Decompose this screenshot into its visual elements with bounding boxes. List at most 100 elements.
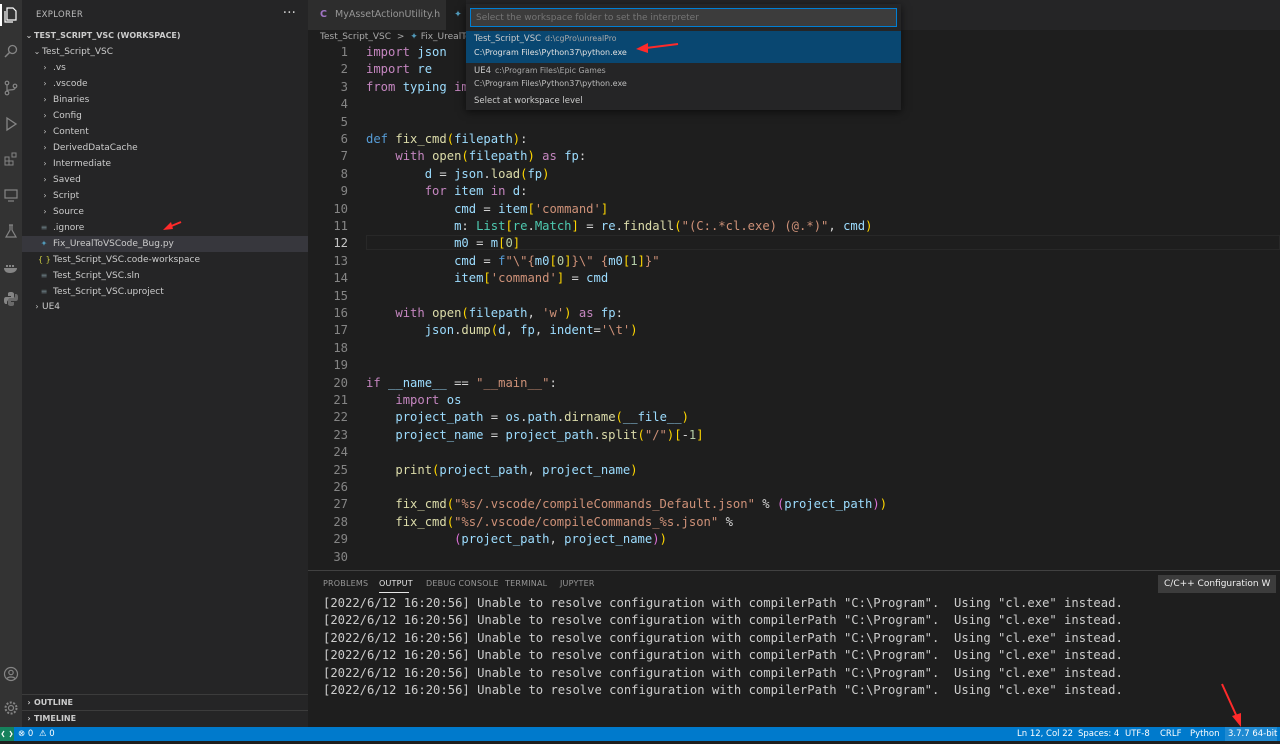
panel-tab-debug-console[interactable]: DEBUG CONSOLE xyxy=(426,579,499,588)
tree-item-label: Test_Script_VSC.uproject xyxy=(53,287,164,297)
activity-bar xyxy=(0,0,22,727)
code-token: json xyxy=(417,45,447,59)
code-line[interactable]: 19 xyxy=(308,357,1280,374)
outline-section[interactable]: › OUTLINE xyxy=(22,694,308,711)
tree-folder[interactable]: › Source xyxy=(22,204,308,220)
quick-pick-item-test-script-vsc[interactable]: Test_Script_VSC d:\cgPro\unrealPro C:\Pro… xyxy=(466,31,901,63)
run-debug-icon[interactable] xyxy=(0,113,22,135)
code-text: m: List[re.Match] = re.findall("(C:.*cl.… xyxy=(366,218,872,235)
code-line[interactable]: 12 m0 = m[0] xyxy=(308,235,1280,252)
code-line[interactable]: 8 d = json.load(fp) xyxy=(308,166,1280,183)
python-icon[interactable] xyxy=(0,288,22,310)
code-token: re xyxy=(512,219,528,233)
tab-label: MyAssetActionUtility.h xyxy=(335,9,441,20)
chevron-right-icon: › xyxy=(43,111,47,120)
code-line[interactable]: 24 xyxy=(308,444,1280,461)
panel-tab-output[interactable]: OUTPUT xyxy=(379,579,413,588)
tree-folder[interactable]: › Content xyxy=(22,124,308,140)
code-line[interactable]: 21 import os xyxy=(308,392,1280,409)
tree-folder[interactable]: › Config xyxy=(22,108,308,124)
tree-file[interactable]: ≡ Test_Script_VSC.uproject xyxy=(22,284,308,300)
code-line[interactable]: 18 xyxy=(308,340,1280,357)
code-token: m0 xyxy=(454,236,469,251)
tree-file[interactable]: ≡ .ignore xyxy=(22,220,308,236)
problems-indicator[interactable]: ⊗ 0 ⚠ 0 xyxy=(18,727,55,741)
cursor-position[interactable]: Ln 12, Col 22 xyxy=(1017,727,1073,741)
tree-folder[interactable]: › Saved xyxy=(22,172,308,188)
code-line[interactable]: 7 with open(filepath) as fp: xyxy=(308,148,1280,165)
output-channel-select[interactable]: C/C++ Configuration W xyxy=(1158,575,1276,593)
chevron-right-icon: › xyxy=(43,79,47,88)
code-line[interactable]: 25 print(project_path, project_name) xyxy=(308,462,1280,479)
remote-indicator[interactable] xyxy=(0,727,14,741)
code-line[interactable]: 11 m: List[re.Match] = re.findall("(C:.*… xyxy=(308,218,1280,235)
search-icon[interactable] xyxy=(0,40,22,62)
tree-root-folder[interactable]: ⌄ Test_Script_VSC xyxy=(22,44,308,60)
quick-pick-input[interactable] xyxy=(470,8,897,27)
tree-folder[interactable]: › Script xyxy=(22,188,308,204)
code-line[interactable]: 10 cmd = item['command'] xyxy=(308,201,1280,218)
source-control-icon[interactable] xyxy=(0,77,22,99)
code-line[interactable]: 22 project_path = os.path.dirname(__file… xyxy=(308,409,1280,426)
code-line[interactable]: 6 def fix_cmd(filepath): xyxy=(308,131,1280,148)
indentation[interactable]: Spaces: 4 xyxy=(1078,727,1119,741)
tree-folder[interactable]: › Binaries xyxy=(22,92,308,108)
code-line[interactable]: 23 project_name = project_path.split("/"… xyxy=(308,427,1280,444)
code-token: with xyxy=(395,149,425,164)
breadcrumb-separator: > xyxy=(396,32,405,42)
tree-file[interactable]: { } Test_Script_VSC.code-workspace xyxy=(22,252,308,268)
tree-folder[interactable]: › Intermediate xyxy=(22,156,308,172)
encoding[interactable]: UTF-8 xyxy=(1125,727,1150,741)
tree-folder[interactable]: › DerivedDataCache xyxy=(22,140,308,156)
code-line[interactable]: 20 if __name__ == "__main__": xyxy=(308,375,1280,392)
code-line[interactable]: 17 json.dump(d, fp, indent='\t') xyxy=(308,322,1280,339)
code-token: import xyxy=(395,393,440,407)
panel-tab-problems[interactable]: PROBLEMS xyxy=(323,579,368,588)
item-description: d:\cgPro\unrealPro xyxy=(545,34,617,43)
tree-ue4-folder[interactable]: › UE4 xyxy=(22,299,308,315)
settings-gear-icon[interactable] xyxy=(0,697,22,719)
code-line[interactable]: 29 (project_path, project_name)) xyxy=(308,531,1280,548)
code-editor[interactable]: 1 import json 2 import re 3 from typing im 4 5 6… xyxy=(308,44,1280,570)
language-mode[interactable]: Python xyxy=(1190,727,1219,741)
code-line[interactable]: 14 item['command'] = cmd xyxy=(308,270,1280,287)
tab-myassetactionutility[interactable]: C MyAssetActionUtility.h xyxy=(308,0,446,30)
tree-folder[interactable]: › .vscode xyxy=(22,76,308,92)
code-line[interactable]: 28 fix_cmd("%s/.vscode/compileCommands_%… xyxy=(308,514,1280,531)
tree-file[interactable]: ✦ Fix_UrealToVSCode_Bug.py xyxy=(22,236,308,252)
account-icon[interactable] xyxy=(0,663,22,685)
more-actions-icon[interactable]: ··· xyxy=(283,5,296,21)
code-line[interactable]: 26 xyxy=(308,479,1280,496)
code-line[interactable]: 5 xyxy=(308,114,1280,131)
code-token: 'w' xyxy=(542,306,565,320)
code-line[interactable]: 13 cmd = f"\"{m0[0]}\" {m0[1]}" xyxy=(308,253,1280,270)
code-line[interactable]: 30 xyxy=(308,549,1280,566)
explorer-icon[interactable] xyxy=(0,4,22,26)
python-interpreter[interactable]: 3.7.7 64-bit xyxy=(1225,727,1277,741)
code-token: if xyxy=(366,375,381,390)
timeline-section[interactable]: › TIMELINE xyxy=(22,710,308,727)
panel-tab-jupyter[interactable]: JUPYTER xyxy=(560,579,595,588)
extensions-icon[interactable] xyxy=(0,148,22,170)
breadcrumb-folder[interactable]: Test_Script_VSC xyxy=(320,32,391,42)
end-of-line[interactable]: CRLF xyxy=(1160,727,1181,741)
code-line[interactable]: 27 fix_cmd("%s/.vscode/compileCommands_D… xyxy=(308,496,1280,513)
quick-pick-item-ue4[interactable]: UE4 c:\Program Files\Epic Games C:\Progra… xyxy=(466,64,901,94)
code-token: . xyxy=(593,427,601,442)
docker-icon[interactable] xyxy=(0,256,22,278)
testing-icon[interactable] xyxy=(0,220,22,242)
remote-explorer-icon[interactable] xyxy=(0,184,22,206)
line-number: 1 xyxy=(340,45,348,59)
code-line[interactable]: 9 for item in d: xyxy=(308,183,1280,200)
code-line[interactable]: 15 xyxy=(308,288,1280,305)
tree-file[interactable]: ≡ Test_Script_VSC.sln xyxy=(22,268,308,284)
panel-tab-terminal[interactable]: TERMINAL xyxy=(505,579,547,588)
code-token: ( xyxy=(490,323,499,338)
code-line[interactable]: 16 with open(filepath, 'w') as fp: xyxy=(308,305,1280,322)
chevron-right-icon: › xyxy=(43,191,47,200)
workspace-header[interactable]: ⌄ TEST_SCRIPT_VSC (WORKSPACE) xyxy=(22,28,308,44)
quick-pick-item-workspace-level[interactable]: Select at workspace level xyxy=(466,95,901,109)
tree-folder[interactable]: › .vs xyxy=(22,60,308,76)
